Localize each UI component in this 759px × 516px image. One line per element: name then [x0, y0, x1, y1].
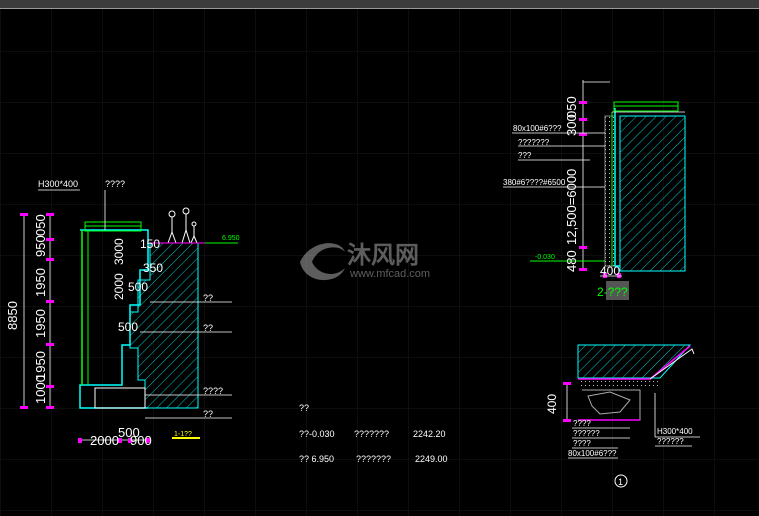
left-level-tag: 6.950 [222, 235, 240, 242]
left-dim-1950-a: 1950 [33, 351, 48, 380]
detail-marker: 1 [618, 477, 623, 487]
left-total-dim: 8850 [5, 301, 20, 330]
legend-row-1-value: 2242.20 [413, 429, 446, 439]
left-dim-1950-c: 1950 [33, 268, 48, 297]
watermark-brand: 沐风网 [347, 242, 419, 269]
watermark-url: www.mfcad.com [349, 268, 430, 280]
left-bottom-dim-900: 900 [130, 433, 152, 448]
detail-label-left-2: ?????? [573, 429, 600, 438]
right-label-3: ??? [518, 151, 532, 160]
left-dim-3000: 3000 [112, 238, 126, 265]
left-beam-label: H300*400 [38, 179, 78, 189]
right-label-2: ??????? [518, 138, 550, 147]
right-label-4: 380#6????#6500 [503, 178, 566, 187]
right-wall-dots [604, 115, 616, 267]
right-level-tag: -0.030 [535, 254, 555, 261]
legend-row-1-desc: ??????? [354, 429, 389, 439]
left-bottom-dim-2000: 2000 [90, 433, 119, 448]
left-dim-2000: 2000 [112, 273, 126, 300]
cad-window-top-bar [0, 0, 759, 9]
right-label-1: 80x100#6??? [513, 124, 562, 133]
legend-row-1-level: ??-0.030 [299, 429, 335, 439]
detail-label-left-1: ???? [573, 419, 591, 428]
left-side-label-4: ?? [203, 409, 213, 419]
detail-label-left-3: ???? [573, 439, 591, 448]
legend-row-2-value: 2249.00 [415, 454, 448, 464]
detail-dot-strip [578, 380, 658, 386]
left-dim-050: 050 [33, 214, 48, 236]
left-dim-950: 950 [33, 235, 48, 257]
left-side-label-1: ?? [203, 293, 213, 303]
detail-label-right-1: ?????? [657, 437, 684, 446]
detail-label-left-4: 80x100#6??? [568, 449, 617, 458]
left-dim-350: 350 [143, 261, 163, 275]
right-soil-hatch [619, 115, 686, 272]
left-dim-500-a: 500 [128, 280, 148, 294]
right-bottom-dim: 400 [600, 264, 620, 278]
legend-header: ?? [299, 403, 309, 413]
right-dim-480: 480 [564, 250, 579, 272]
left-dim-500-b: 500 [118, 320, 138, 334]
left-side-label-3: ???? [203, 386, 223, 396]
detail-beam-label: H300*400 [657, 427, 693, 436]
left-section-tag: 1-1?? [174, 431, 192, 438]
left-dim-150: 150 [140, 237, 160, 251]
right-section-tag: 2-??? [597, 285, 628, 299]
detail-height-dim: 400 [545, 394, 559, 414]
legend-row-2-level: ?? 6.950 [299, 454, 334, 464]
legend-row-2-desc: ??????? [356, 454, 391, 464]
right-dim-050: 050 [564, 96, 579, 118]
left-side-label-2: ?? [203, 323, 213, 333]
left-top-note: ???? [105, 179, 125, 189]
cad-drawing-canvas[interactable]: H300*400 ???? 6.950 8850 1000 1950 1950 … [0, 9, 759, 516]
right-dim-12500: 12,500=6000 [564, 169, 579, 245]
left-dim-1950-b: 1950 [33, 309, 48, 338]
